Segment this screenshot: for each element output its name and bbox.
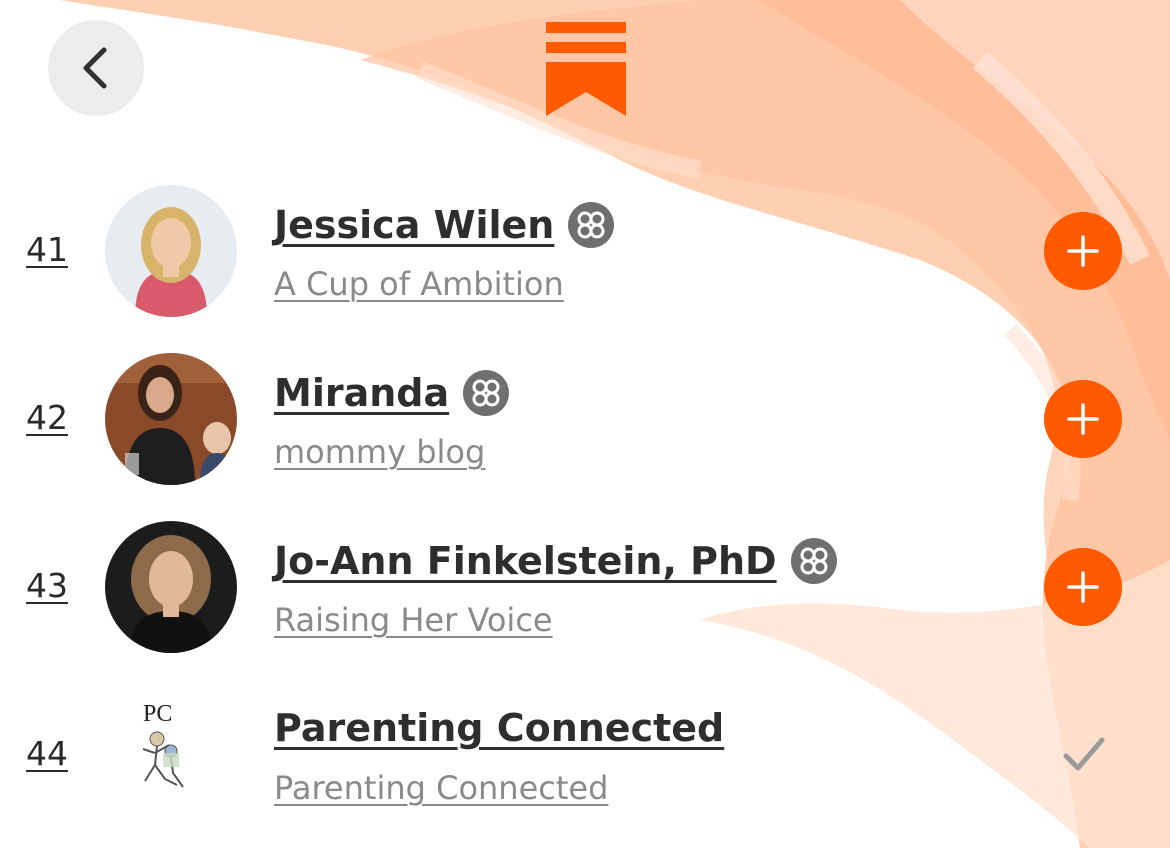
follow-button[interactable] bbox=[1044, 548, 1122, 626]
publication-title[interactable]: Parenting Connected bbox=[274, 706, 724, 750]
chevron-left-icon bbox=[83, 47, 107, 89]
plus-icon bbox=[1067, 571, 1099, 603]
avatar bbox=[105, 185, 237, 317]
plus-icon bbox=[1067, 235, 1099, 267]
follow-button[interactable] bbox=[1044, 380, 1122, 458]
publication-name[interactable]: A Cup of Ambition bbox=[274, 265, 564, 303]
publication-name[interactable]: Raising Her Voice bbox=[274, 601, 553, 639]
list-item[interactable]: 41 Jessica Wilen A Cup of Ambition bbox=[0, 166, 1170, 334]
writer-name[interactable]: Miranda bbox=[274, 371, 449, 415]
writer-name[interactable]: Jessica Wilen bbox=[274, 203, 554, 247]
follow-button[interactable] bbox=[1044, 212, 1122, 290]
rank-number: 43 bbox=[26, 566, 68, 605]
flower-badge-icon bbox=[568, 202, 615, 248]
avatar bbox=[105, 353, 237, 485]
flower-badge-icon bbox=[790, 538, 837, 584]
list-item[interactable]: 42 Miranda mommy blog bbox=[0, 334, 1170, 502]
rank-number: 44 bbox=[26, 734, 68, 773]
publication-name[interactable]: Parenting Connected bbox=[274, 769, 608, 807]
checkmark-icon bbox=[1063, 737, 1105, 771]
list-item[interactable]: 43 Jo-Ann Finkelstein, PhD Raising Her V… bbox=[0, 502, 1170, 670]
subscribed-indicator[interactable] bbox=[1062, 734, 1106, 778]
rank-number: 41 bbox=[26, 230, 68, 269]
logo-text: PC bbox=[143, 701, 173, 727]
flower-badge-icon bbox=[463, 370, 510, 416]
rank-number: 42 bbox=[26, 398, 68, 437]
publication-name[interactable]: mommy blog bbox=[274, 433, 485, 471]
avatar bbox=[105, 521, 237, 653]
publication-logo: PC bbox=[105, 689, 237, 821]
list-item[interactable]: 44 PC Parenting Connected Parenting Conn… bbox=[0, 670, 1170, 838]
writer-name[interactable]: Jo-Ann Finkelstein, PhD bbox=[274, 539, 777, 583]
plus-icon bbox=[1067, 403, 1099, 435]
back-button[interactable] bbox=[48, 20, 144, 116]
substack-bookmark-icon bbox=[546, 22, 626, 116]
